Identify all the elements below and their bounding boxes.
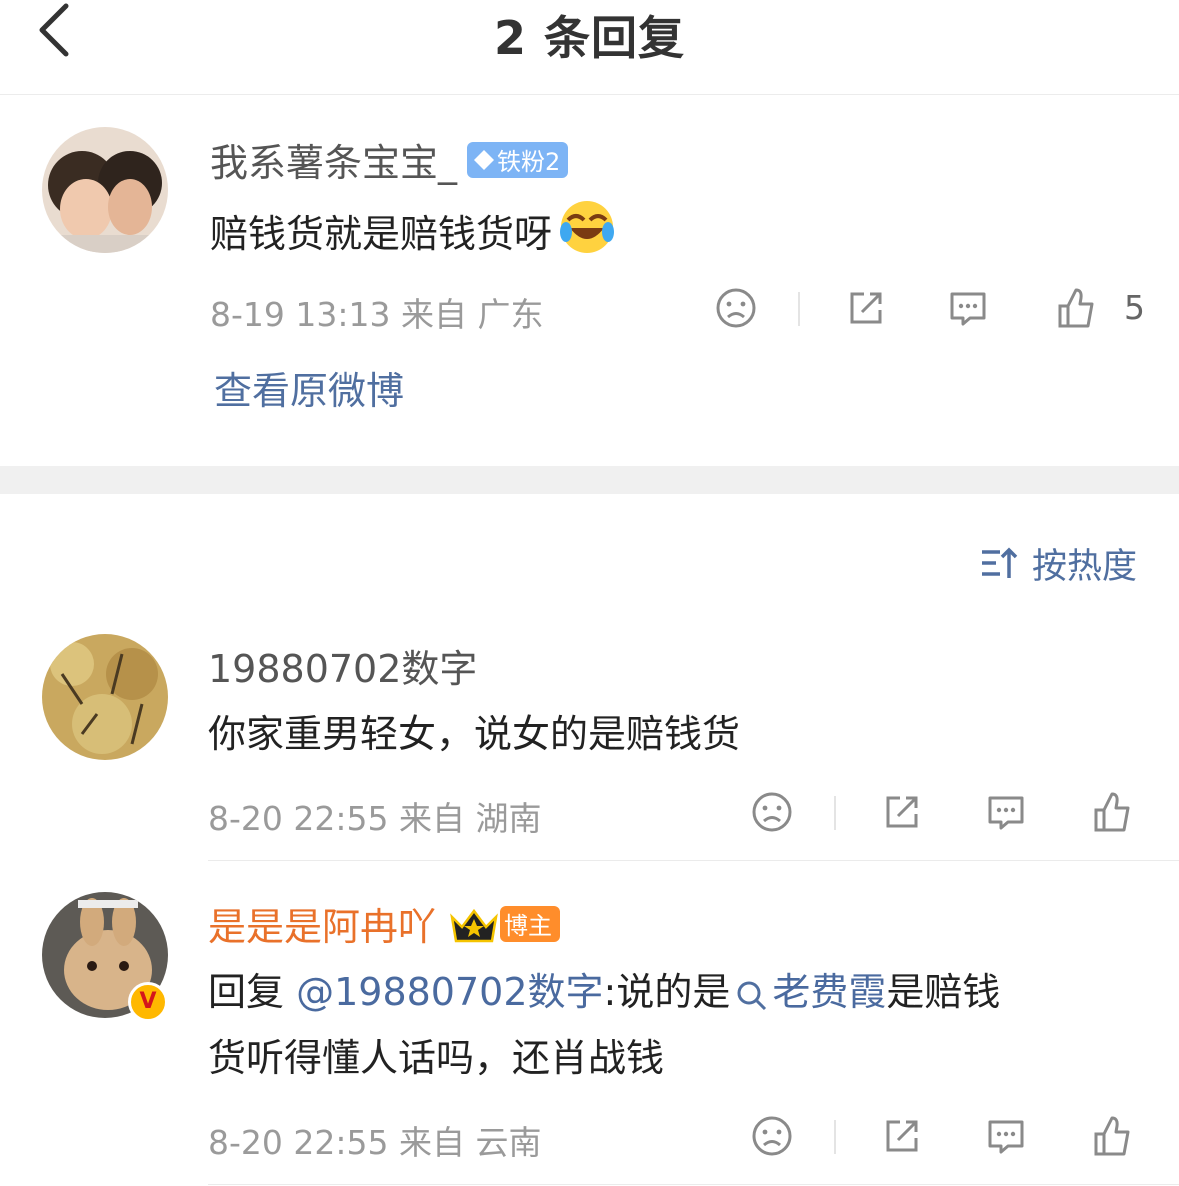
reply-actions (750, 790, 1150, 840)
verified-v-icon: V (139, 989, 157, 1014)
mention-link[interactable]: @19880702数字 (296, 970, 603, 1014)
separator (834, 1120, 836, 1154)
fan-badge-label: 铁粉2 (497, 148, 561, 176)
reply-text: 你家重男轻女，说女的是赔钱货 (208, 712, 741, 756)
comment-icon[interactable] (984, 1114, 1028, 1158)
reply-divider (208, 1184, 1179, 1185)
avatar[interactable] (42, 634, 168, 760)
diamond-icon (474, 149, 495, 170)
verified-badge: V (128, 982, 168, 1022)
comment-icon[interactable] (984, 790, 1028, 834)
comment-text: 赔钱货就是赔钱货呀 (210, 198, 616, 275)
comment-actions: 5 (714, 286, 1145, 336)
dislike-face-icon[interactable] (714, 286, 758, 330)
thumbs-up-icon[interactable] (1090, 790, 1134, 834)
username-text[interactable]: 我系薯条宝宝_ (210, 141, 457, 185)
topic-text: 老费霞 (772, 970, 887, 1014)
reply-text: 回复 @19880702数字:说的是 老费霞是赔钱 (208, 960, 1000, 1024)
host-badge[interactable]: 博主 (500, 905, 561, 942)
comment-text-content: 赔钱货就是赔钱货呀 (210, 212, 553, 256)
sort-icon (982, 547, 1018, 578)
like-count: 5 (1124, 288, 1145, 327)
section-divider (0, 466, 1179, 494)
sort-by-heat-button[interactable]: 按热度 (978, 538, 1137, 588)
topic-link[interactable]: 老费霞 (730, 970, 886, 1014)
crown-icon (450, 908, 498, 942)
username[interactable]: 是是是阿冉吖 博主 (208, 896, 561, 951)
reply-prefix: 回复 (208, 970, 297, 1014)
reply-mid: :说的是 (603, 970, 731, 1014)
avatar-photo (42, 127, 168, 253)
comment-icon[interactable] (946, 286, 990, 330)
reply-suffix: 是赔钱 (886, 970, 1001, 1014)
top-bar: 2 条回复 (0, 0, 1179, 95)
thumbs-up-icon[interactable] (1090, 1114, 1134, 1158)
username[interactable]: 我系薯条宝宝_ 铁粉2 (210, 132, 569, 187)
fan-badge[interactable]: 铁粉2 (467, 141, 569, 178)
dislike-face-icon[interactable] (750, 790, 794, 834)
sort-label: 按热度 (1032, 546, 1138, 587)
separator (834, 796, 836, 830)
reply-actions (750, 1114, 1150, 1164)
reply-divider (208, 860, 1179, 861)
share-icon[interactable] (880, 1114, 924, 1158)
username-text[interactable]: 是是是阿冉吖 (208, 905, 436, 949)
avatar-photo (42, 634, 168, 760)
avatar[interactable] (42, 127, 168, 253)
comment-meta: 8-19 13:13 来自 广东 (210, 295, 544, 334)
dislike-face-icon[interactable] (750, 1114, 794, 1158)
username[interactable]: 19880702数字 (208, 638, 477, 693)
view-original-link[interactable]: 查看原微博 (214, 360, 404, 415)
like-button[interactable]: 5 (1054, 286, 1145, 336)
share-icon[interactable] (844, 286, 888, 330)
page-title: 2 条回复 (493, 11, 686, 65)
reply-meta: 8-20 22:55 来自 云南 (208, 1123, 542, 1162)
reply-meta: 8-20 22:55 来自 湖南 (208, 799, 542, 838)
reply-text-line2: 货听得懂人话吗，还肖战钱 (208, 1036, 665, 1080)
separator (798, 292, 800, 326)
share-icon[interactable] (880, 790, 924, 834)
laugh-cry-emoji-icon (558, 198, 616, 275)
search-icon (737, 981, 767, 1010)
thumbs-up-icon (1058, 288, 1094, 328)
